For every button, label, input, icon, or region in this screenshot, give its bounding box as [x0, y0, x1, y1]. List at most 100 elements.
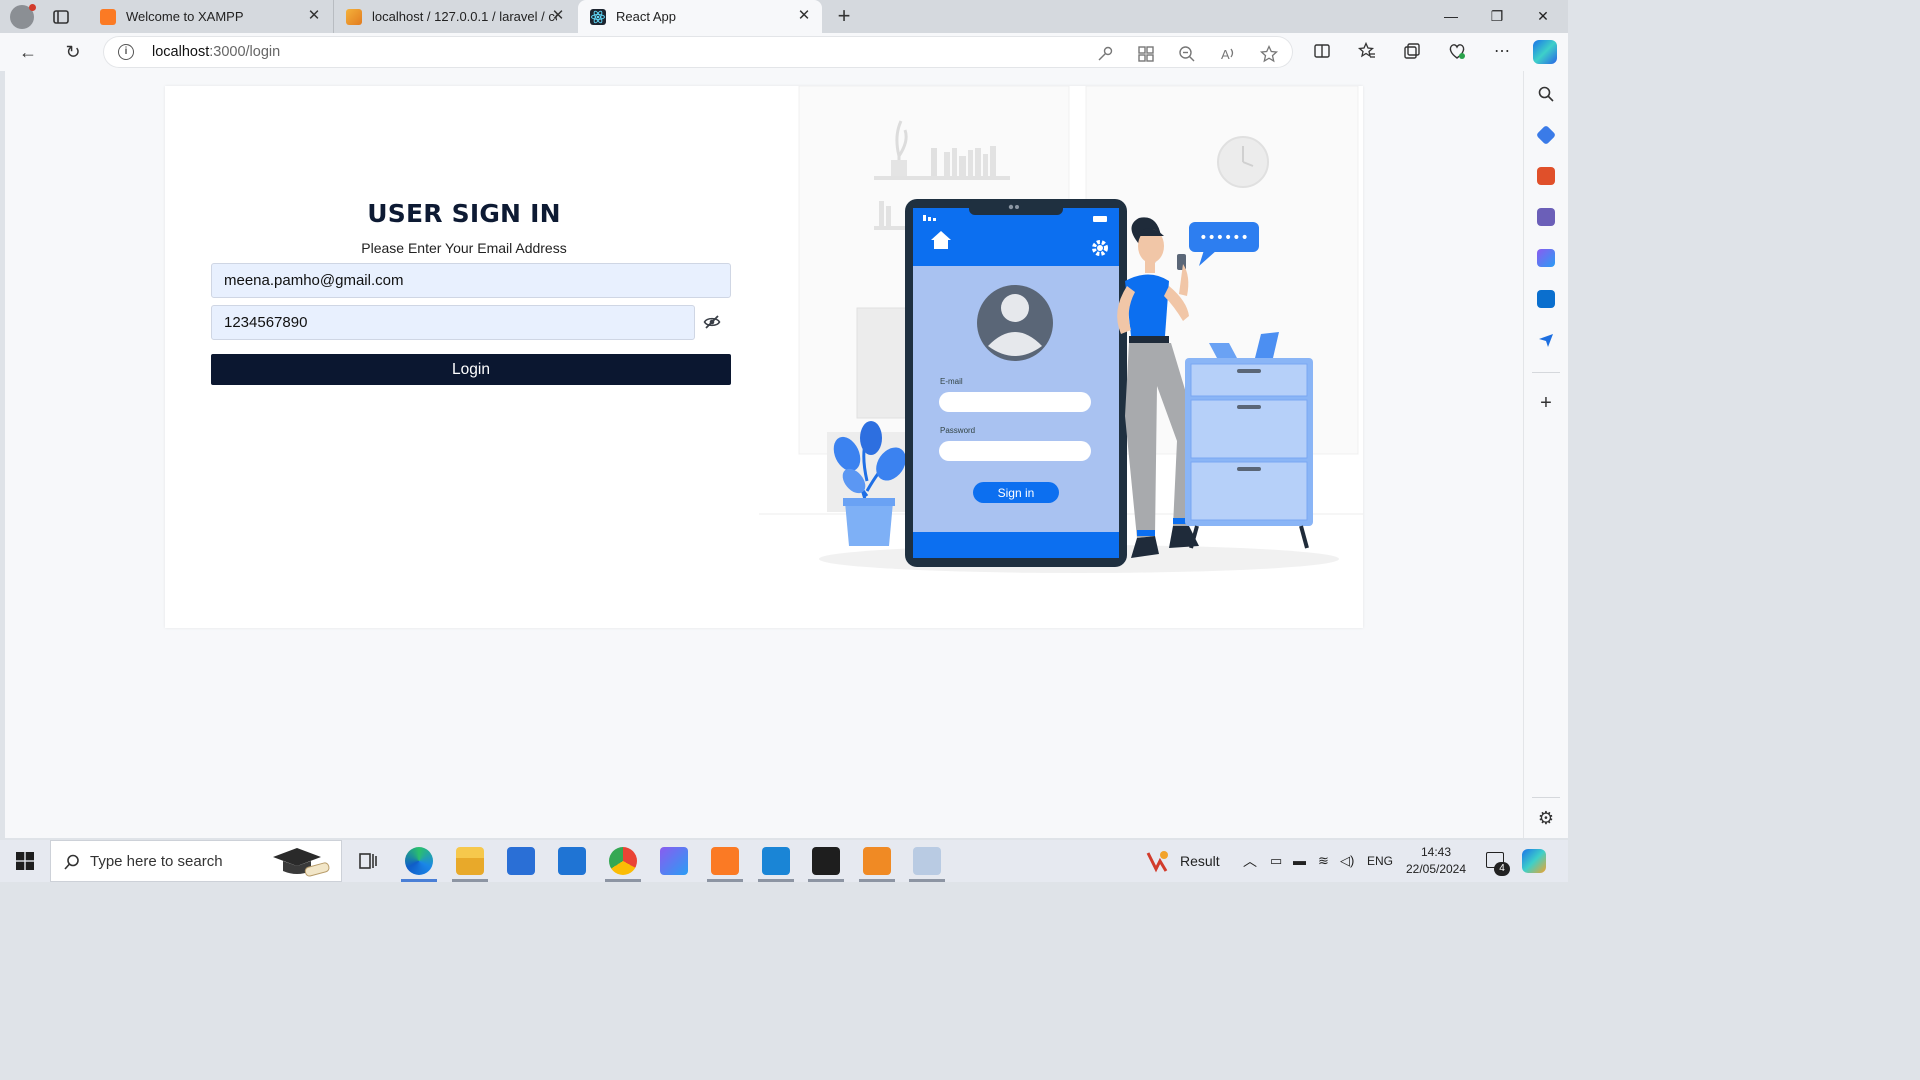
page-viewport: USER SIGN IN Please Enter Your Email Add…	[5, 71, 1523, 838]
close-icon[interactable]: ✕	[796, 8, 812, 24]
search-placeholder: Type here to search	[90, 853, 223, 870]
tab-react-app[interactable]: React App ✕	[578, 0, 822, 33]
running-indicator	[859, 879, 895, 882]
running-indicator	[909, 879, 945, 882]
volume-icon[interactable]: ◁)	[1340, 840, 1354, 882]
running-indicator	[605, 879, 641, 882]
tab-title: Welcome to XAMPP	[126, 9, 244, 24]
favorites-icon[interactable]	[1357, 41, 1377, 61]
running-indicator	[452, 879, 488, 882]
info-icon[interactable]: i	[118, 44, 134, 60]
page-title: USER SIGN IN	[367, 199, 561, 228]
eye-slash-icon[interactable]	[703, 314, 721, 330]
weather-label[interactable]: Result	[1180, 840, 1220, 882]
xampp-control-icon[interactable]	[711, 847, 739, 875]
tools-briefcase-icon[interactable]	[1537, 167, 1555, 185]
close-icon[interactable]: ✕	[306, 8, 322, 24]
split-screen-icon[interactable]	[1312, 41, 1332, 61]
windows-taskbar: Type here to search Result ︿ ▭ ▬ ≋ ◁) EN…	[0, 840, 1568, 882]
mail-icon[interactable]	[558, 847, 586, 875]
copilot-icon[interactable]	[1533, 40, 1557, 64]
zoom-out-icon[interactable]	[1177, 44, 1197, 64]
wifi-icon[interactable]: ≋	[1318, 840, 1329, 882]
send-icon[interactable]	[1537, 331, 1555, 349]
microsoft-365-icon[interactable]	[1537, 249, 1555, 267]
illustration-email-label: E-mail	[940, 377, 963, 386]
add-icon[interactable]: +	[1537, 393, 1555, 413]
minimize-icon[interactable]: —	[1428, 0, 1474, 33]
sidebar-divider	[1532, 797, 1560, 798]
edge-browser-icon[interactable]	[405, 847, 433, 875]
back-arrow-icon[interactable]: ←	[16, 40, 40, 64]
chat-bubble-text: ••••••	[1199, 230, 1249, 246]
read-aloud-icon[interactable]: A	[1218, 44, 1238, 64]
collections-icon[interactable]	[1402, 41, 1422, 61]
task-view-icon[interactable]	[354, 847, 382, 875]
taskbar-search[interactable]: Type here to search	[50, 840, 342, 882]
image-viewer-icon[interactable]	[913, 847, 941, 875]
shopping-tag-icon[interactable]	[1535, 124, 1557, 146]
tab-title: React App	[616, 9, 676, 24]
close-icon[interactable]: ✕	[550, 8, 566, 24]
refresh-icon[interactable]: ↻	[61, 40, 85, 64]
outlook-icon[interactable]	[1537, 290, 1555, 308]
graduation-cap-icon	[273, 848, 330, 877]
favorite-star-icon[interactable]	[1259, 44, 1279, 64]
battery-icon[interactable]: ▬	[1293, 840, 1306, 882]
apps-icon[interactable]	[1136, 44, 1156, 64]
browser-toolbar: ← ↻ i localhost:3000/login A ⋯	[0, 33, 1568, 71]
search-icon	[64, 854, 79, 870]
vscode-icon[interactable]	[762, 847, 790, 875]
chevron-up-icon[interactable]: ︿	[1243, 840, 1257, 882]
clock-date: 22/05/2024	[1405, 862, 1467, 876]
running-indicator	[808, 879, 844, 882]
more-menu-icon[interactable]: ⋯	[1490, 40, 1514, 64]
browser-essentials-icon[interactable]	[1447, 41, 1467, 61]
copilot-app-icon[interactable]	[660, 847, 688, 875]
terminal-icon[interactable]	[812, 847, 840, 875]
page-subtitle: Please Enter Your Email Address	[361, 240, 567, 256]
address-bar[interactable]: i localhost:3000/login A	[103, 36, 1293, 68]
notification-count-badge: 4	[1494, 862, 1510, 876]
result-badge-icon[interactable]	[1144, 847, 1172, 875]
sublime-text-icon[interactable]	[863, 847, 891, 875]
meet-icon[interactable]: ▭	[1270, 840, 1282, 882]
svg-text:A: A	[1221, 47, 1230, 62]
restore-icon[interactable]: ❐	[1474, 0, 1520, 33]
password-key-icon[interactable]	[1095, 44, 1115, 64]
tab-actions-icon[interactable]	[50, 6, 72, 28]
react-icon	[590, 8, 606, 25]
tab-phpmyadmin[interactable]: localhost / 127.0.0.1 / laravel / co ✕	[333, 0, 576, 33]
new-tab-icon[interactable]: +	[832, 4, 856, 28]
illustration-signin-label: Sign in	[998, 486, 1035, 500]
edge-sidebar: + ⚙	[1523, 71, 1568, 838]
settings-gear-icon[interactable]: ⚙	[1537, 809, 1555, 827]
profile-avatar-icon[interactable]	[10, 4, 36, 29]
sidebar-divider	[1532, 372, 1560, 373]
email-field[interactable]: meena.pamho@gmail.com	[211, 263, 731, 298]
url-text[interactable]: localhost:3000/login	[152, 44, 280, 60]
games-icon[interactable]	[1537, 208, 1555, 226]
running-indicator	[758, 879, 794, 882]
tab-title: localhost / 127.0.0.1 / laravel / co	[372, 9, 557, 24]
tab-xampp[interactable]: Welcome to XAMPP ✕	[88, 0, 332, 33]
login-button[interactable]: Login	[211, 354, 731, 385]
microsoft-store-icon[interactable]	[507, 847, 535, 875]
clock-time: 14:43	[1420, 845, 1452, 859]
file-explorer-icon[interactable]	[456, 847, 484, 875]
taskbar-clock[interactable]: 14:43 22/05/2024	[1400, 844, 1472, 878]
url-path: :3000/login	[209, 44, 281, 60]
language-indicator[interactable]: ENG	[1367, 840, 1393, 882]
running-indicator	[707, 879, 743, 882]
windows-start-icon[interactable]	[16, 852, 34, 870]
xampp-icon	[100, 8, 116, 25]
url-host: localhost	[152, 44, 210, 60]
chrome-icon[interactable]	[609, 847, 637, 875]
login-illustration: E-mail Password Sign in ••••••	[759, 86, 1363, 573]
close-window-icon[interactable]: ✕	[1520, 0, 1566, 33]
copilot-preview-icon[interactable]	[1522, 849, 1546, 873]
active-indicator	[401, 879, 437, 882]
search-icon[interactable]	[1537, 85, 1555, 103]
tab-strip: Welcome to XAMPP ✕ localhost / 127.0.0.1…	[0, 0, 1568, 33]
password-field[interactable]: 1234567890	[211, 305, 695, 340]
